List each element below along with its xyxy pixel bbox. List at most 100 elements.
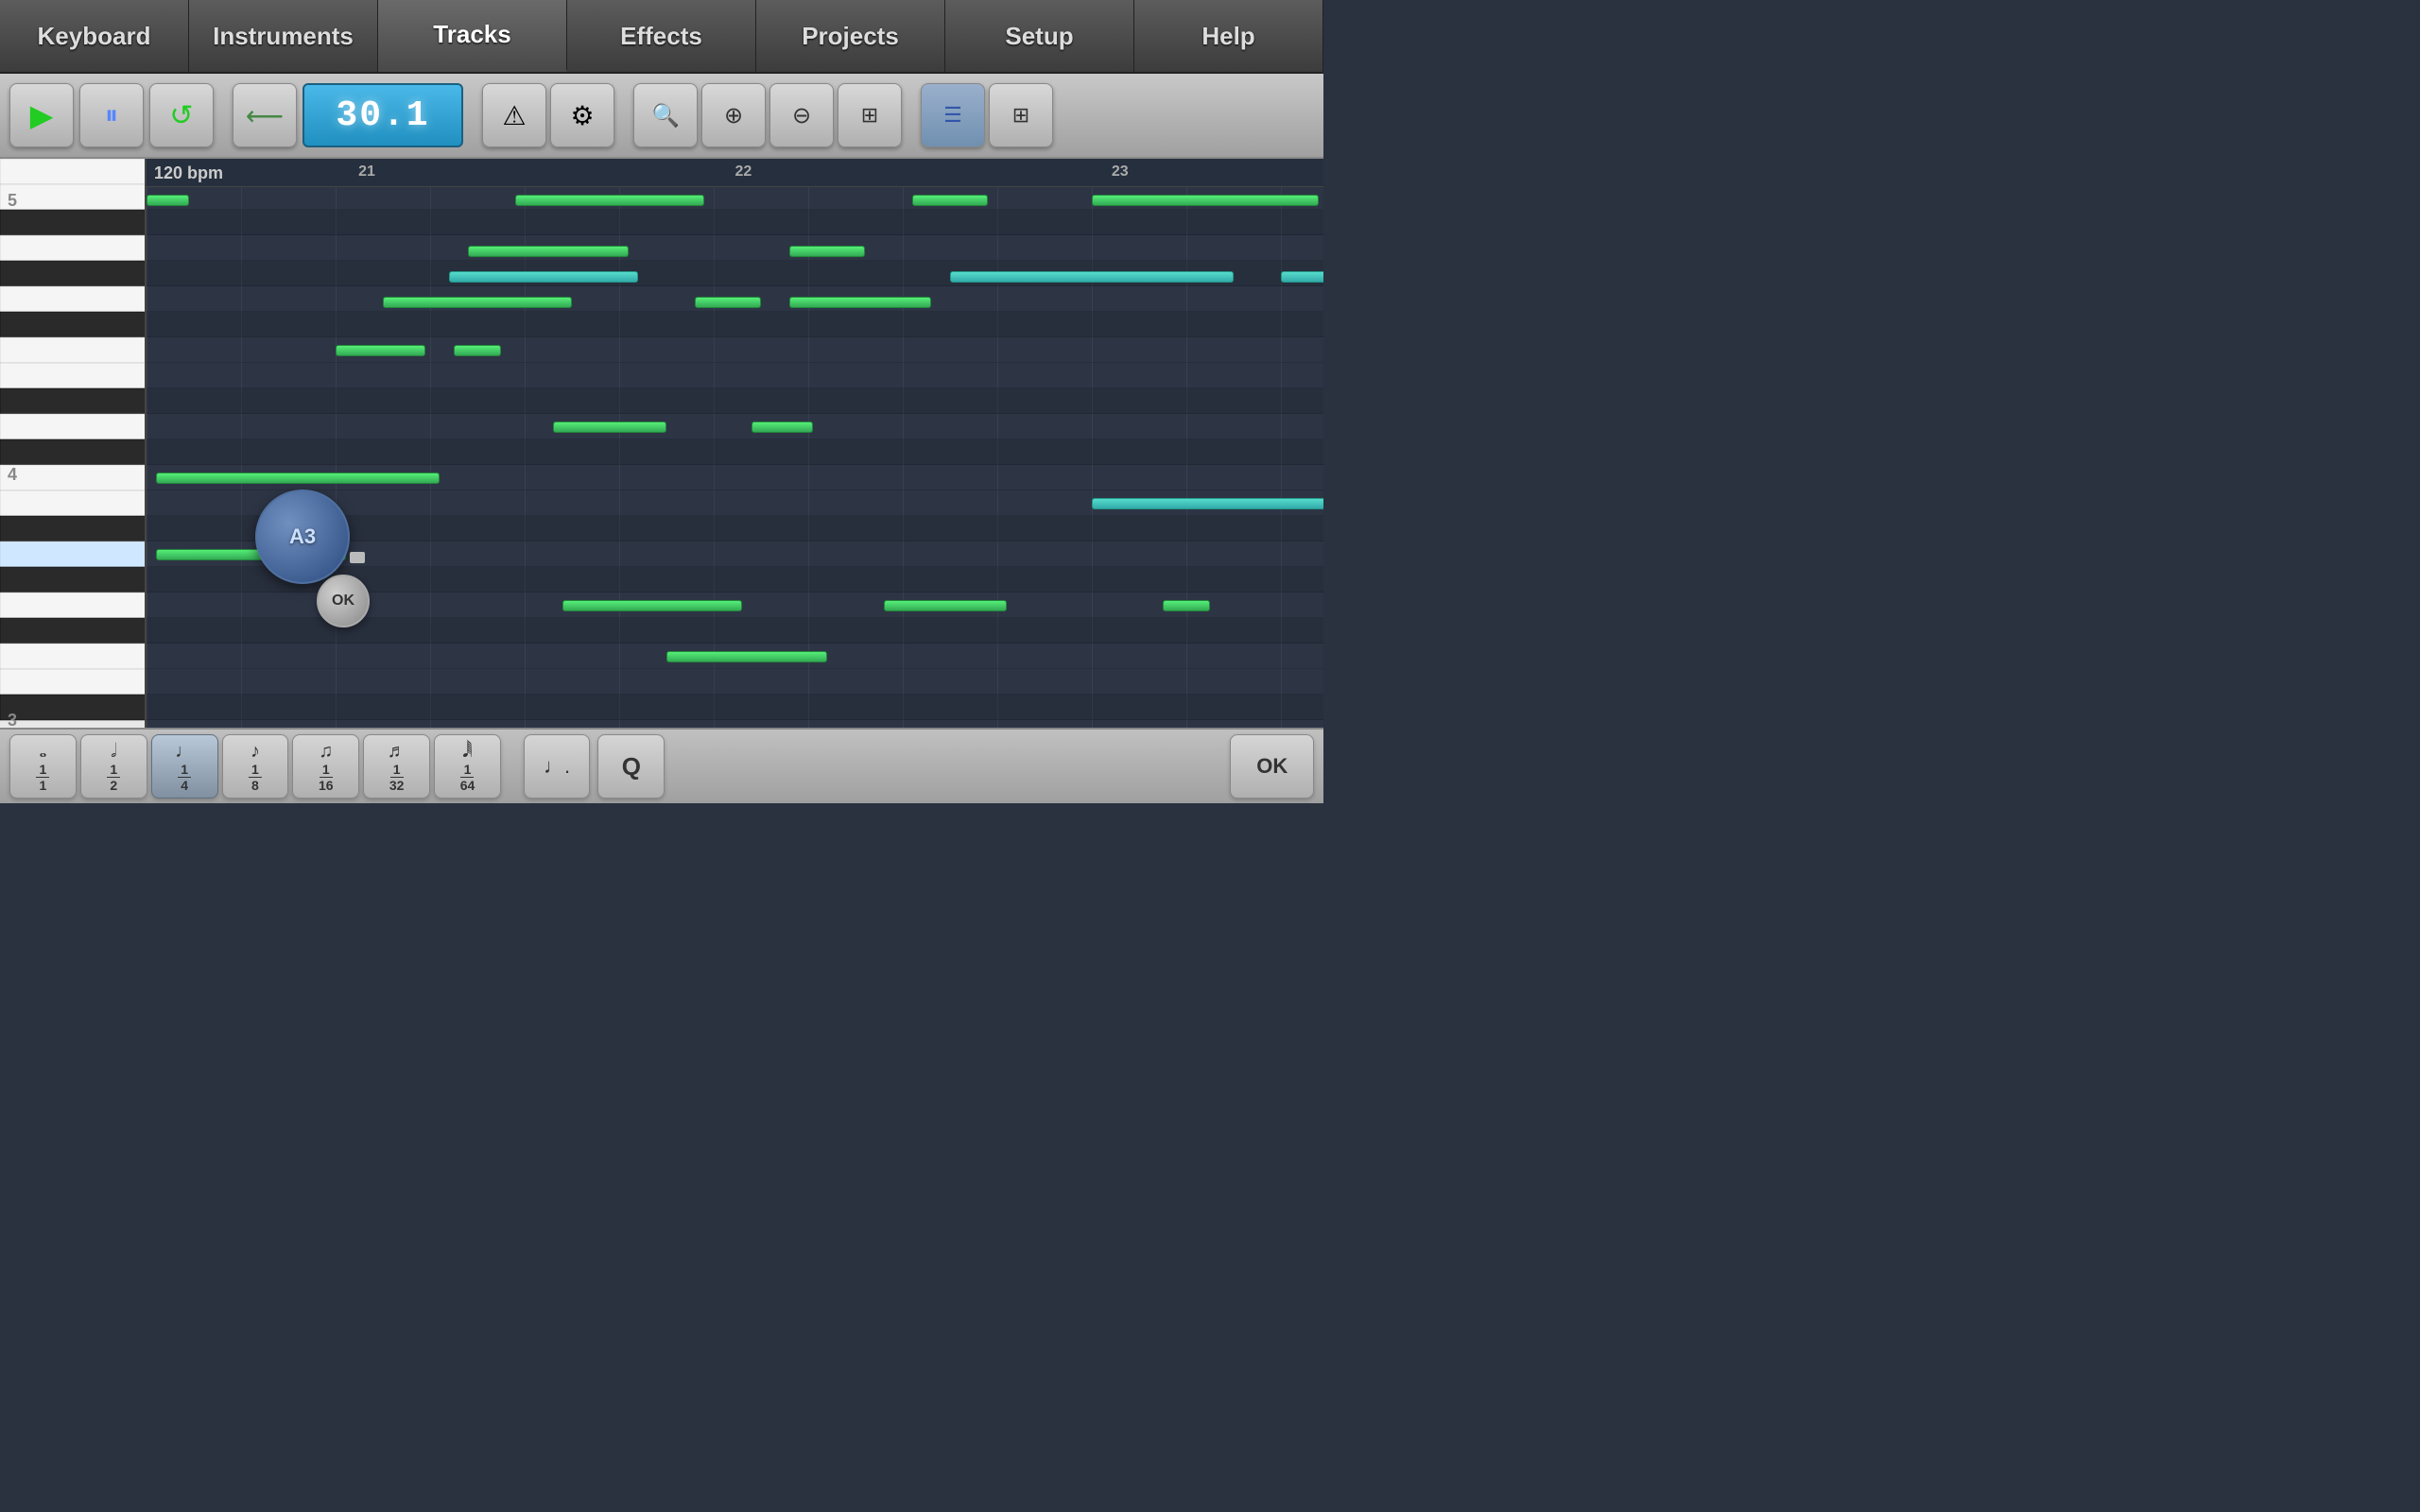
dotted-note-button[interactable]: ♩. (524, 734, 591, 799)
quantize-label: Q (622, 752, 641, 782)
note-10[interactable] (383, 297, 572, 308)
tab-effects[interactable]: Effects (567, 0, 756, 72)
ok-button[interactable]: OK (1230, 734, 1314, 799)
tab-projects[interactable]: Projects (756, 0, 945, 72)
note-24[interactable] (666, 651, 827, 662)
note-4[interactable] (1092, 195, 1319, 206)
bottom-toolbar: 𝅝 1 1 𝅗𝅥 1 2 ♩ 1 4 ♪ 1 8 ♫ (0, 728, 1323, 803)
note-16[interactable] (1163, 600, 1210, 611)
bpm-label: 120 bpm (154, 163, 223, 183)
zoom-button[interactable]: 🔍 (633, 83, 698, 147)
note-13[interactable] (336, 345, 425, 356)
toolbar: ▶ ⏸ ↺ ⟵ 30.1 ⚠ ⚙ 🔍 ⊕ ⊖ ⊞ ☰ (0, 74, 1323, 159)
note-8[interactable] (950, 271, 1234, 283)
black-row-bb4 (147, 210, 1323, 235)
play-button[interactable]: ▶ (9, 83, 74, 147)
note-5[interactable] (468, 246, 629, 257)
zoom-icon: 🔍 (651, 102, 680, 129)
note-22[interactable] (156, 472, 440, 484)
note-12[interactable] (789, 297, 931, 308)
ok-bubble[interactable]: OK (317, 575, 370, 627)
note-9[interactable] (1281, 271, 1323, 283)
note-value-1-64[interactable]: 𝅘𝅥𝅲 1 64 (434, 734, 501, 799)
note-6[interactable] (789, 246, 865, 257)
tab-setup[interactable]: Setup (945, 0, 1134, 72)
dotted-note-icon: ♩. (544, 754, 570, 779)
note-value-1-4[interactable]: ♩ 1 4 (151, 734, 218, 799)
black-row-eb4 (147, 388, 1323, 414)
undo-icon: ⟵ (246, 100, 284, 131)
black-row-db4 (147, 439, 1323, 465)
loop-icon: ↺ (169, 99, 193, 132)
note-value-1-2[interactable]: 𝅗𝅥 1 2 (80, 734, 147, 799)
ok-bubble-label: OK (332, 593, 354, 610)
main-area: /* generated below */ (0, 159, 1323, 728)
tab-keyboard[interactable]: Keyboard (0, 0, 189, 72)
zoom-in-button[interactable]: ⊕ (701, 83, 766, 147)
metronome-group: ⚠ ⚙ (482, 83, 614, 147)
sixteenth-note-icon: ♫ (319, 741, 333, 763)
list-view-icon: ☰ (943, 103, 962, 128)
note-20[interactable] (562, 600, 742, 611)
note-indicator (350, 552, 365, 563)
metronome2-icon: ⚙ (570, 100, 594, 131)
marker-21: 21 (358, 163, 375, 180)
note-21[interactable] (884, 600, 1007, 611)
note-7[interactable] (449, 271, 638, 283)
ok-label: OK (1256, 754, 1288, 779)
note-2[interactable] (515, 195, 704, 206)
black-row-gb4 (147, 312, 1323, 337)
note-17[interactable] (553, 421, 666, 433)
timeline: 120 bpm 21 22 23 (147, 159, 1323, 187)
tab-tracks[interactable]: Tracks (378, 0, 567, 72)
time-display: 30.1 (302, 83, 463, 147)
note-bubble-a3: A3 (255, 490, 350, 584)
whole-note-icon: 𝅝 (39, 741, 46, 763)
zoom-out-icon: ⊖ (792, 102, 811, 129)
note-18[interactable] (752, 421, 813, 433)
tab-instruments[interactable]: Instruments (189, 0, 378, 72)
metronome2-button[interactable]: ⚙ (550, 83, 614, 147)
grid-view-icon: ⊞ (1012, 103, 1029, 128)
zoom-fit-icon: ⊞ (861, 103, 878, 128)
black-row-eb3 (147, 695, 1323, 720)
tab-help[interactable]: Help (1134, 0, 1323, 72)
zoom-group: 🔍 ⊕ ⊖ ⊞ (633, 83, 902, 147)
sixty-fourth-note-icon: 𝅘𝅥𝅲 (462, 741, 472, 763)
note-value-1-1[interactable]: 𝅝 1 1 (9, 734, 77, 799)
svg-text:4: 4 (8, 465, 17, 484)
note-value-1-8[interactable]: ♪ 1 8 (222, 734, 289, 799)
zoom-in-icon: ⊕ (724, 102, 743, 129)
zoom-out-button[interactable]: ⊖ (769, 83, 834, 147)
loop-button[interactable]: ↺ (149, 83, 214, 147)
svg-text:3: 3 (8, 711, 17, 728)
view-group: ☰ ⊞ (921, 83, 1053, 147)
zoom-fit-button[interactable]: ⊞ (838, 83, 902, 147)
note-3[interactable] (912, 195, 988, 206)
svg-text:5: 5 (8, 191, 17, 210)
piano-keyboard: /* generated below */ (0, 159, 147, 728)
marker-23: 23 (1112, 163, 1129, 180)
piano-roll[interactable]: 120 bpm 21 22 23 (147, 159, 1323, 728)
grid-view-button[interactable]: ⊞ (989, 83, 1053, 147)
note-11[interactable] (695, 297, 761, 308)
undo-button[interactable]: ⟵ (233, 83, 297, 147)
note-value-1-32[interactable]: ♬ 1 32 (363, 734, 430, 799)
quantize-button[interactable]: Q (597, 734, 665, 799)
black-row-gb3 (147, 618, 1323, 644)
note-value-1-16[interactable]: ♫ 1 16 (292, 734, 359, 799)
pause-button[interactable]: ⏸ (79, 83, 144, 147)
nav-tabs: Keyboard Instruments Tracks Effects Proj… (0, 0, 1323, 74)
note-23[interactable] (1092, 498, 1323, 509)
metronome1-icon: ⚠ (502, 100, 526, 131)
marker-22: 22 (735, 163, 752, 180)
eighth-note-icon: ♪ (251, 741, 260, 763)
list-view-button[interactable]: ☰ (921, 83, 985, 147)
quarter-note-icon: ♩ (175, 741, 194, 763)
pause-icon: ⏸ (105, 100, 118, 131)
note-bubble-label: A3 (289, 524, 316, 549)
metronome1-button[interactable]: ⚠ (482, 83, 546, 147)
play-icon: ▶ (30, 97, 54, 133)
note-14[interactable] (454, 345, 501, 356)
note-1[interactable] (147, 195, 189, 206)
